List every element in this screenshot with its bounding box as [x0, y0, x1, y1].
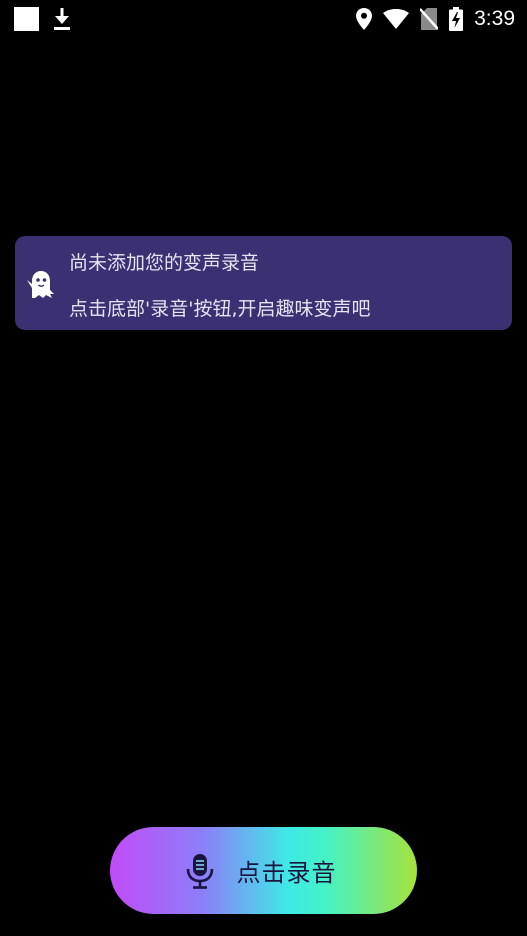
record-button[interactable]: 点击录音 [110, 827, 417, 914]
app-screen: 3:39 尚未添加您的变声录音 点击底部'录音'按钮,开启趣味变声吧 点击录音 [0, 0, 527, 936]
status-bar-left [14, 7, 71, 31]
status-bar: 3:39 [0, 0, 527, 38]
download-icon [53, 8, 71, 30]
ghost-icon [26, 270, 56, 298]
no-sim-icon [420, 8, 439, 30]
empty-state-card: 尚未添加您的变声录音 点击底部'录音'按钮,开启趣味变声吧 [15, 236, 512, 330]
status-bar-right: 3:39 [356, 6, 515, 32]
app-square-icon [14, 7, 39, 31]
record-button-label: 点击录音 [236, 859, 337, 887]
status-time: 3:39 [474, 7, 515, 30]
empty-state-title: 尚未添加您的变声录音 [69, 252, 260, 274]
battery-charging-icon [449, 7, 464, 31]
location-icon [356, 8, 373, 30]
empty-state-subtitle: 点击底部'录音'按钮,开启趣味变声吧 [69, 298, 371, 320]
wifi-icon [383, 9, 410, 29]
microphone-icon [185, 853, 215, 889]
